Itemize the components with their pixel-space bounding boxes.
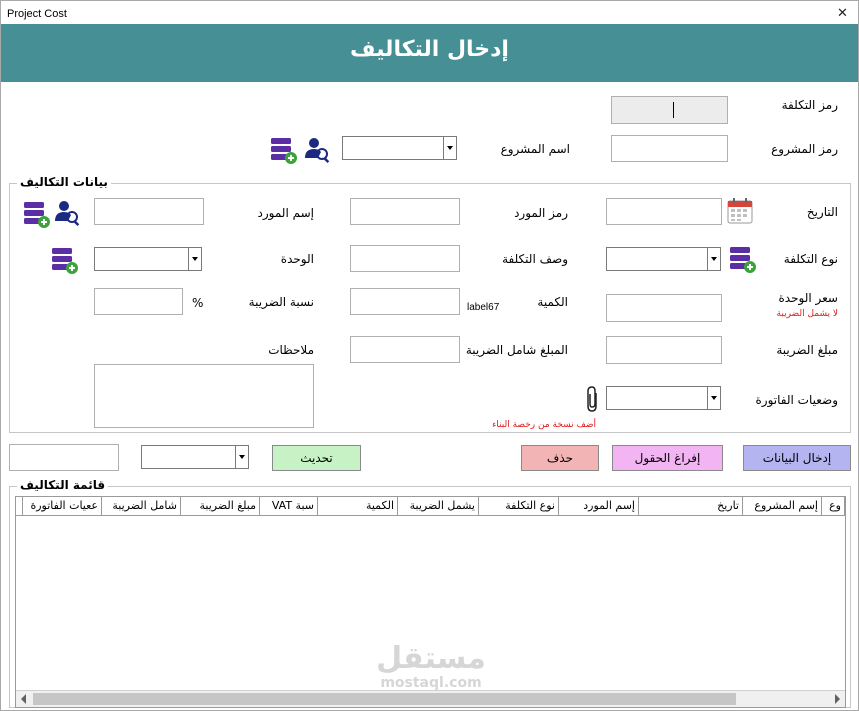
cost-type-combo[interactable] — [606, 247, 721, 271]
tax-amount-field[interactable] — [606, 336, 722, 364]
attach-note: أضف نسخة من رخصة البناء — [492, 420, 596, 430]
project-code-field[interactable] — [611, 135, 728, 162]
invoice-status-combo[interactable] — [606, 386, 721, 410]
column-header[interactable]: الكمية — [318, 497, 398, 516]
tax-rate-field[interactable] — [94, 288, 183, 315]
calendar-icon[interactable] — [727, 198, 753, 224]
quantity-label: الكمية — [537, 295, 568, 309]
paperclip-icon[interactable] — [585, 385, 601, 413]
horizontal-scrollbar[interactable] — [16, 690, 845, 707]
column-divider — [22, 497, 23, 516]
search-field[interactable] — [9, 444, 119, 471]
date-label: التاريخ — [806, 205, 838, 219]
unit-combo[interactable] — [94, 247, 202, 271]
column-header[interactable]: شامل الضريبة — [102, 497, 181, 516]
chevron-down-icon[interactable] — [707, 387, 720, 409]
tax-amount-label: مبلغ الضريبة — [776, 343, 838, 357]
database-plus-icon[interactable] — [50, 247, 80, 275]
project-code-label: رمز المشروع — [771, 142, 838, 156]
app-window: Project Cost ✕ إدخال التكاليف رمز التكلف… — [0, 0, 859, 711]
date-field[interactable] — [606, 198, 722, 225]
unit-price-label: سعر الوحدة — [778, 291, 838, 305]
chevron-down-icon[interactable] — [443, 137, 456, 159]
close-icon[interactable]: ✕ — [837, 6, 848, 21]
percent-sign: % — [192, 296, 204, 310]
unit-price-note: لا يشمل الضريبة — [776, 309, 838, 319]
supplier-code-field[interactable] — [350, 198, 460, 225]
supplier-name-label: إسم المورد — [257, 206, 314, 220]
header-banner: إدخال التكاليف — [1, 24, 858, 82]
label67: label67 — [467, 302, 500, 313]
clear-fields-button[interactable]: إفراغ الحقول — [612, 445, 723, 471]
enter-data-button[interactable]: إدخال البيانات — [743, 445, 851, 471]
column-header[interactable]: تاريخ — [639, 497, 743, 516]
column-header[interactable]: مبلغ الضريبة — [181, 497, 260, 516]
scroll-thumb[interactable] — [33, 693, 736, 705]
unit-price-field[interactable] — [606, 294, 722, 322]
supplier-name-field[interactable] — [94, 198, 204, 225]
supplier-code-label: رمز المورد — [514, 206, 568, 220]
column-header[interactable]: إسم المشروع — [743, 497, 822, 516]
total-incl-tax-label: المبلغ شامل الضريبة — [465, 343, 568, 357]
user-search-icon[interactable] — [304, 136, 332, 164]
database-plus-icon[interactable] — [22, 201, 52, 229]
quantity-field[interactable] — [350, 288, 460, 315]
update-button[interactable]: تحديث — [272, 445, 361, 471]
filter-combo[interactable] — [141, 445, 249, 469]
watermark-arabic: مستقل — [376, 641, 486, 676]
notes-textarea[interactable] — [94, 364, 314, 428]
cost-code-label: رمز التكلفة — [781, 98, 838, 112]
column-header[interactable]: سبة VAT — [260, 497, 318, 516]
notes-label: ملاحظات — [268, 343, 314, 357]
cost-data-title: بيانات التكاليف — [17, 175, 111, 189]
scroll-left-icon[interactable] — [21, 694, 26, 704]
text-cursor — [673, 102, 674, 118]
delete-button[interactable]: حذف — [521, 445, 599, 471]
project-name-label: اسم المشروع — [500, 142, 570, 156]
database-plus-icon[interactable] — [728, 246, 758, 274]
scroll-right-icon[interactable] — [835, 694, 840, 704]
chevron-down-icon[interactable] — [707, 248, 720, 270]
window-title: Project Cost — [7, 8, 67, 20]
watermark: مستقل mostaql.com — [361, 641, 501, 692]
invoice-status-label: وضعيات الفاتورة — [755, 393, 839, 407]
chevron-down-icon[interactable] — [235, 446, 248, 468]
project-name-combo[interactable] — [342, 136, 457, 160]
column-header[interactable]: يشمل الضريبة — [398, 497, 479, 516]
database-plus-icon[interactable] — [269, 137, 299, 165]
chevron-down-icon[interactable] — [188, 248, 201, 270]
user-search-icon[interactable] — [54, 199, 82, 227]
cost-list-title: قائمة التكاليف — [17, 478, 109, 492]
cost-code-field[interactable] — [611, 96, 728, 124]
page-title: إدخال التكاليف — [350, 37, 509, 62]
total-incl-tax-field[interactable] — [350, 336, 460, 363]
column-header[interactable]: نوع التكلفة — [479, 497, 559, 516]
cost-desc-label: وصف التكلفة — [502, 252, 568, 266]
watermark-latin: mostaql.com — [380, 675, 482, 691]
cost-desc-field[interactable] — [350, 245, 460, 272]
tax-rate-label: نسبة الضريبة — [248, 295, 314, 309]
column-header[interactable]: إسم المورد — [559, 497, 639, 516]
column-header[interactable]: ععيات الفاتورة — [16, 497, 102, 516]
cost-type-label: نوع التكلفة — [783, 252, 838, 266]
unit-label: الوحدة — [280, 252, 314, 266]
column-header[interactable]: وع — [822, 497, 845, 516]
